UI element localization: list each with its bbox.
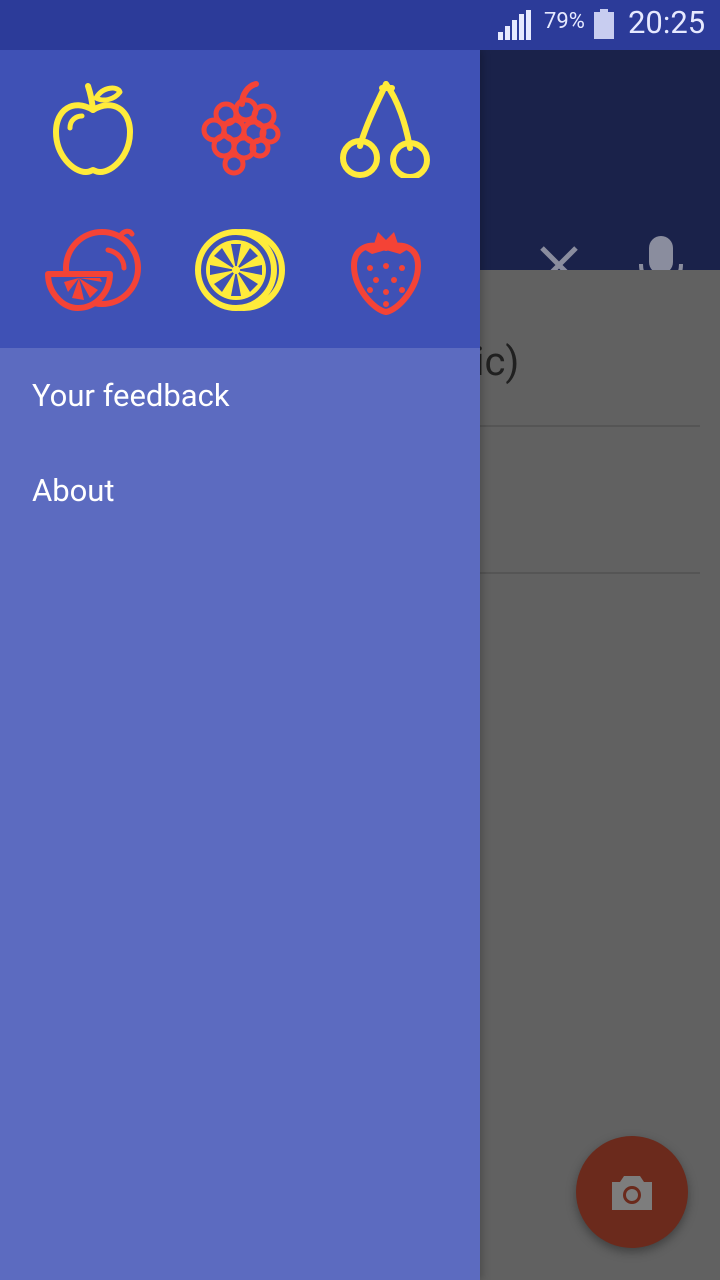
grapefruit-icon (45, 228, 141, 311)
lemon-slice-icon (195, 229, 285, 311)
drawer-menu: Your feedback About (0, 348, 480, 538)
clock: 20:25 (628, 4, 706, 41)
divider (470, 572, 700, 574)
camera-icon (612, 1176, 652, 1210)
drawer-header (0, 50, 480, 348)
cherries-icon (340, 81, 430, 178)
battery-icon (594, 9, 614, 39)
menu-item-about[interactable]: About (0, 443, 480, 538)
grapes-icon (201, 81, 281, 176)
menu-item-label: Your feedback (32, 377, 230, 414)
camera-button[interactable] (576, 1136, 688, 1248)
battery-percent: 79% (544, 9, 585, 34)
menu-item-label: About (32, 472, 115, 509)
status-bar: 79% 20:25 (0, 0, 720, 50)
divider (470, 425, 700, 427)
strawberry-icon (351, 232, 421, 315)
apple-icon (53, 83, 133, 175)
navigation-drawer: Your feedback About (0, 50, 480, 1280)
signal-icon (498, 10, 531, 40)
menu-item-feedback[interactable]: Your feedback (0, 348, 480, 443)
